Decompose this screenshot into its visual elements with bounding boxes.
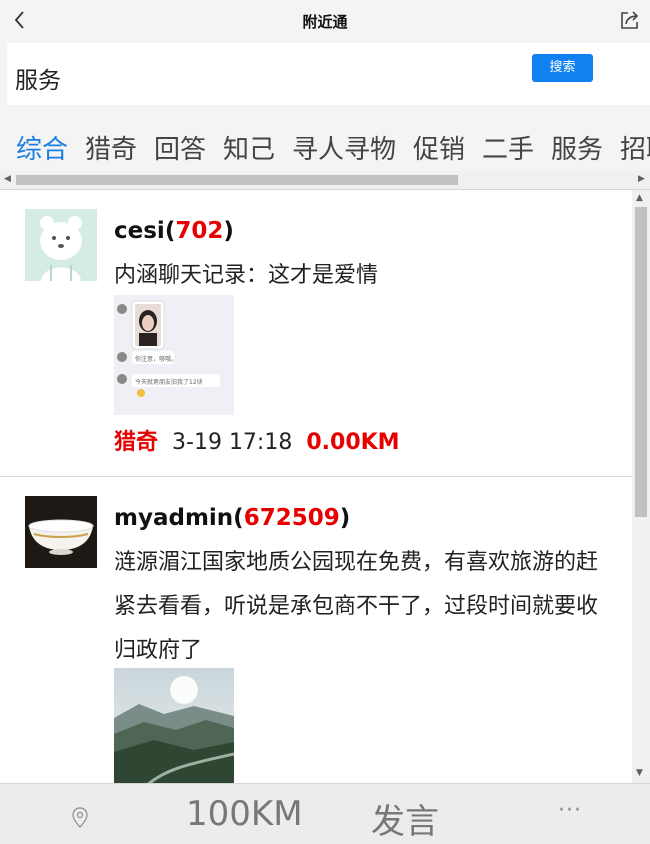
tab-friends[interactable]: 知己 <box>223 129 275 166</box>
search-input[interactable]: 服务 搜索 <box>7 43 650 105</box>
avatar[interactable] <box>25 209 97 281</box>
tabs-scrollbar[interactable]: ◀ ▶ <box>0 171 650 190</box>
feed-scrollbar-thumb[interactable] <box>635 207 647 517</box>
scroll-down-arrow-icon[interactable]: ▼ <box>636 768 643 778</box>
post-text: 涟源湄江国家地质公园现在免费，有喜欢旅游的赶紧去看看，听说是承包商不干了，过段时… <box>114 550 599 663</box>
tab-promotions[interactable]: 促销 <box>413 129 465 166</box>
search-area: 服务 搜索 <box>0 42 650 113</box>
post-text: 内涵聊天记录：这才是爱情 <box>114 263 379 288</box>
search-button[interactable]: 搜索 <box>532 54 593 82</box>
share-icon[interactable] <box>618 8 642 32</box>
post-username[interactable]: cesi(702) <box>114 218 234 244</box>
tab-answers[interactable]: 回答 <box>154 129 206 166</box>
feed-scrollbar[interactable]: ▲ ▼ <box>632 190 650 783</box>
post-feed: cesi(702) 内涵聊天记录：这才是爱情 你注意，够哦。 今天就男朋友旧我了… <box>0 190 632 783</box>
post-image[interactable]: 你注意，够哦。 今天就男朋友旧我了12块 <box>114 295 234 415</box>
tab-curiosity[interactable]: 猎奇 <box>85 129 137 166</box>
avatar[interactable] <box>25 496 97 568</box>
tab-jobs[interactable]: 招聘 <box>620 129 650 166</box>
post-image[interactable] <box>114 668 234 783</box>
tabs-scrollbar-thumb[interactable] <box>16 175 458 185</box>
tab-services[interactable]: 服务 <box>551 129 603 166</box>
post-divider <box>0 476 632 477</box>
scroll-up-arrow-icon[interactable]: ▲ <box>636 193 643 203</box>
scroll-left-arrow-icon[interactable]: ◀ <box>4 174 11 184</box>
post-button[interactable]: 发言 <box>371 794 439 843</box>
tab-lost-found[interactable]: 寻人寻物 <box>292 129 396 166</box>
post-category[interactable]: 猎奇 <box>114 430 158 455</box>
user-score: 672509 <box>243 505 340 531</box>
tab-all[interactable]: 综合 <box>16 129 68 166</box>
top-bar: 附近通 <box>0 0 650 42</box>
post-username[interactable]: myadmin(672509) <box>114 505 350 531</box>
more-button[interactable]: ··· <box>558 798 582 823</box>
bottom-bar: 100KM 发言 ··· <box>0 783 650 844</box>
scroll-right-arrow-icon[interactable]: ▶ <box>638 174 645 184</box>
tab-second-hand[interactable]: 二手 <box>482 129 534 166</box>
post-distance: 0.00KM <box>306 430 400 455</box>
svg-text:你注意，够哦。: 你注意，够哦。 <box>135 355 177 363</box>
user-score: 702 <box>175 218 224 244</box>
category-tabs: 综合 猎奇 回答 知己 寻人寻物 促销 二手 服务 招聘 <box>0 113 650 171</box>
page-title: 附近通 <box>302 13 348 31</box>
distance-filter-button[interactable]: 100KM <box>186 794 303 834</box>
post-time: 3-19 17:18 <box>172 430 293 455</box>
search-input-value[interactable]: 服务 <box>15 61 61 95</box>
svg-text:今天就男朋友旧我了12块: 今天就男朋友旧我了12块 <box>135 378 203 386</box>
location-pin-icon[interactable] <box>70 806 90 830</box>
post-meta: 猎奇 3-19 17:18 0.00KM <box>114 424 400 456</box>
